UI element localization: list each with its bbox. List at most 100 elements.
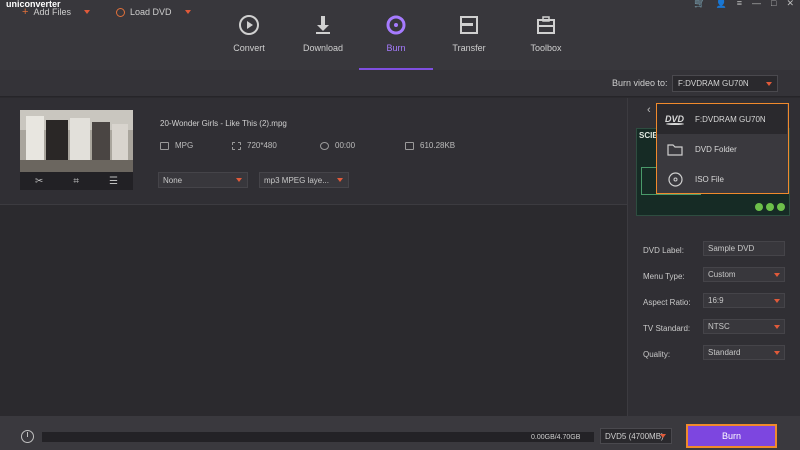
burn-button[interactable]: Burn — [686, 424, 777, 448]
tv-standard-label: TV Standard: — [643, 324, 691, 333]
tab-toolbox-label: Toolbox — [530, 43, 562, 53]
crop-icon[interactable]: ⌗ — [73, 176, 79, 187]
folder-icon — [405, 141, 414, 150]
tv-standard-value: NTSC — [708, 322, 730, 331]
chevron-left-icon[interactable]: ‹ — [647, 104, 651, 116]
tab-burn-label: Burn — [386, 43, 406, 53]
dropdown-item-label: ISO File — [695, 174, 724, 184]
load-dvd-label: Load DVD — [130, 7, 172, 17]
window-controls: 🛒 👤 ≡ — □ ✕ — [694, 0, 794, 9]
chevron-down-icon — [766, 82, 772, 86]
cart-icon[interactable]: 🛒 — [694, 0, 705, 9]
subtitle-value: None — [163, 176, 183, 185]
burn-icon — [386, 15, 406, 35]
aspect-ratio-value: 16:9 — [708, 296, 724, 305]
dropdown-item-label: DVD Folder — [695, 144, 737, 154]
file-duration: 00:00 — [320, 141, 355, 150]
menu-type-value: Custom — [708, 270, 736, 279]
add-files-button[interactable]: + Add Files — [22, 5, 90, 18]
dropdown-item-label: F:DVDRAM GU70N — [695, 114, 766, 124]
video-thumbnail[interactable] — [20, 110, 133, 172]
file-resolution-value: 720*480 — [247, 141, 277, 150]
alarm-clock-icon[interactable] — [21, 430, 34, 443]
file-format-value: MPG — [175, 141, 194, 150]
chevron-down-icon — [337, 178, 343, 182]
chevron-down-icon — [660, 434, 666, 438]
tab-toolbox[interactable]: Toolbox — [513, 14, 579, 70]
disc-icon — [116, 7, 125, 17]
audio-track-value: mp3 MPEG laye... — [264, 176, 329, 185]
chevron-down-icon — [236, 178, 242, 182]
chevron-down-icon — [774, 351, 780, 355]
tab-download[interactable]: Download — [290, 14, 356, 70]
burn-target-select[interactable]: F:DVDRAM GU70N — [672, 75, 778, 92]
file-format: MPG — [160, 141, 193, 150]
capacity-progress-bar — [42, 432, 594, 442]
transfer-icon — [460, 16, 478, 34]
capacity-text: 0.00GB/4.70GB — [531, 434, 581, 441]
folder-icon — [665, 143, 685, 156]
burn-target-value: F:DVDRAM GU70N — [678, 79, 749, 88]
chevron-down-icon[interactable] — [184, 10, 191, 14]
user-icon[interactable]: 👤 — [716, 0, 727, 9]
tab-transfer-label: Transfer — [452, 43, 486, 53]
file-duration-value: 00:00 — [335, 141, 356, 150]
chevron-down-icon — [774, 299, 780, 303]
plus-icon: + — [22, 5, 29, 18]
file-name: 20-Wonder Girls - Like This (2).mpg — [160, 119, 287, 128]
resolution-icon — [232, 141, 241, 150]
chevron-down-icon — [774, 273, 780, 277]
film-icon — [160, 141, 169, 150]
disc-type-select[interactable]: DVD5 (4700MB) — [600, 428, 672, 444]
toolbox-icon — [537, 16, 555, 34]
download-icon — [316, 16, 330, 34]
file-resolution: 720*480 — [232, 141, 277, 150]
tab-convert-label: Convert — [233, 43, 265, 53]
maximize-icon[interactable]: □ — [771, 0, 776, 9]
convert-icon — [239, 15, 259, 35]
chevron-down-icon — [774, 325, 780, 329]
quality-select[interactable]: Standard — [703, 345, 785, 360]
thumbnail-toolbar: ✂ ⌗ ☰ — [20, 172, 133, 190]
file-size-value: 610.28KB — [420, 141, 456, 150]
tab-download-label: Download — [302, 43, 344, 53]
close-icon[interactable]: ✕ — [786, 0, 794, 9]
effects-icon[interactable]: ☰ — [109, 176, 118, 187]
quality-value: Standard — [708, 348, 741, 357]
burn-video-to-label: Burn video to: — [612, 78, 668, 88]
audio-track-select[interactable]: mp3 MPEG laye... — [259, 172, 349, 188]
dvd-label-label: DVD Label: — [643, 246, 684, 255]
dvd-label-value: Sample DVD — [708, 244, 755, 253]
dvd-label-input[interactable]: Sample DVD — [703, 241, 785, 256]
dropdown-item-dvd-folder[interactable]: DVD Folder — [657, 134, 787, 164]
chevron-down-icon[interactable] — [83, 10, 90, 14]
subtitle-select[interactable]: None — [158, 172, 248, 188]
aspect-ratio-label: Aspect Ratio: — [643, 298, 691, 307]
burn-target-dropdown: DVD F:DVDRAM GU70N DVD Folder ISO File — [656, 103, 789, 194]
pause-icon — [766, 203, 774, 211]
menu-icon[interactable]: ≡ — [737, 0, 742, 9]
svg-text:DVD: DVD — [665, 114, 685, 124]
quality-label: Quality: — [643, 350, 671, 359]
add-files-label: Add Files — [33, 7, 71, 17]
scissors-icon[interactable]: ✂ — [35, 176, 43, 187]
next-icon — [777, 203, 785, 211]
tab-transfer[interactable]: Transfer — [436, 14, 502, 70]
iso-disc-icon — [665, 171, 685, 187]
aspect-ratio-select[interactable]: 16:9 — [703, 293, 785, 308]
load-dvd-button[interactable]: Load DVD — [116, 7, 191, 17]
clock-icon — [320, 141, 329, 150]
menu-type-select[interactable]: Custom — [703, 267, 785, 282]
dropdown-item-iso-file[interactable]: ISO File — [657, 164, 787, 194]
tab-burn[interactable]: Burn — [359, 14, 433, 70]
play-icon — [755, 203, 763, 211]
preview-controls — [755, 203, 785, 211]
tab-convert[interactable]: Convert — [216, 14, 282, 70]
menu-type-label: Menu Type: — [643, 272, 685, 281]
disc-type-value: DVD5 (4700MB) — [605, 432, 664, 441]
minimize-icon[interactable]: — — [752, 0, 761, 9]
preview-title: SCIE — [639, 131, 658, 140]
dvd-icon: DVD — [665, 113, 685, 125]
dropdown-item-dvdram[interactable]: DVD F:DVDRAM GU70N — [657, 104, 787, 134]
tv-standard-select[interactable]: NTSC — [703, 319, 785, 334]
